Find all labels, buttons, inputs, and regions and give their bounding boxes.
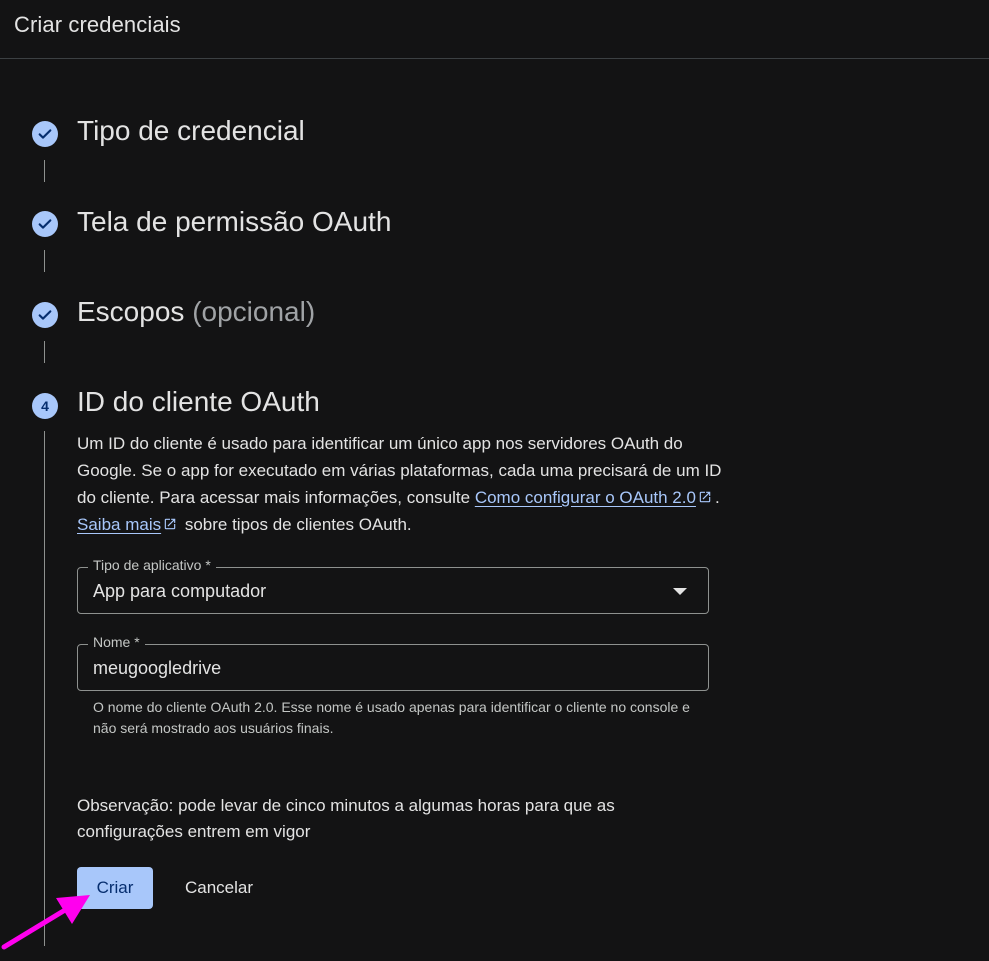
optional-label: (opcional) (192, 296, 316, 327)
arrow-drop-down-icon[interactable] (673, 588, 687, 595)
learn-more-link[interactable]: Saiba mais (77, 515, 161, 534)
step-3-title[interactable]: Escopos (opcional) (77, 296, 315, 328)
step-2-title[interactable]: Tela de permissão OAuth (77, 206, 391, 238)
description-text-end: sobre tipos de clientes OAuth. (180, 515, 412, 534)
step-3-title-text: Escopos (77, 296, 185, 327)
check-icon (38, 219, 52, 229)
step-complete-icon (32, 121, 58, 147)
annotation-arrow-icon (1, 895, 90, 950)
note-text: Observação: pode levar de cinco minutos … (77, 796, 615, 841)
page-title: Criar credenciais (14, 12, 181, 37)
step-connector (44, 341, 45, 363)
name-field-label: Nome * (88, 634, 145, 650)
step-number: 4 (41, 398, 49, 414)
check-icon (38, 310, 52, 320)
application-type-value: App para computador (93, 581, 267, 601)
step-connector (44, 250, 45, 272)
application-type-select[interactable]: Tipo de aplicativo * App para computador (77, 557, 709, 614)
step-description: Um ID do cliente é usado para identifica… (77, 430, 727, 538)
cancel-button[interactable]: Cancelar (167, 867, 271, 909)
check-icon (38, 129, 52, 139)
name-field[interactable]: Nome * meugoogledrive (77, 634, 709, 691)
description-separator: . (714, 488, 720, 507)
step-number-badge: 4 (32, 393, 58, 419)
open-in-new-icon (699, 491, 711, 503)
name-helper-text: O nome do cliente OAuth 2.0. Esse nome é… (93, 699, 690, 736)
step-complete-icon (32, 211, 58, 237)
application-type-label: Tipo de aplicativo * (88, 557, 216, 573)
name-field-value: meugoogledrive (93, 658, 222, 678)
create-credentials-page: Criar credenciais Tipo de credencial Tel… (0, 0, 989, 961)
step-connector (44, 431, 45, 946)
step-connector (44, 160, 45, 182)
open-in-new-icon (164, 518, 176, 530)
step-1-title[interactable]: Tipo de credencial (77, 115, 305, 147)
step-complete-icon (32, 302, 58, 328)
step-4-title: ID do cliente OAuth (77, 386, 320, 417)
oauth-setup-link[interactable]: Como configurar o OAuth 2.0 (475, 488, 696, 507)
page-header: Criar credenciais (0, 0, 989, 59)
